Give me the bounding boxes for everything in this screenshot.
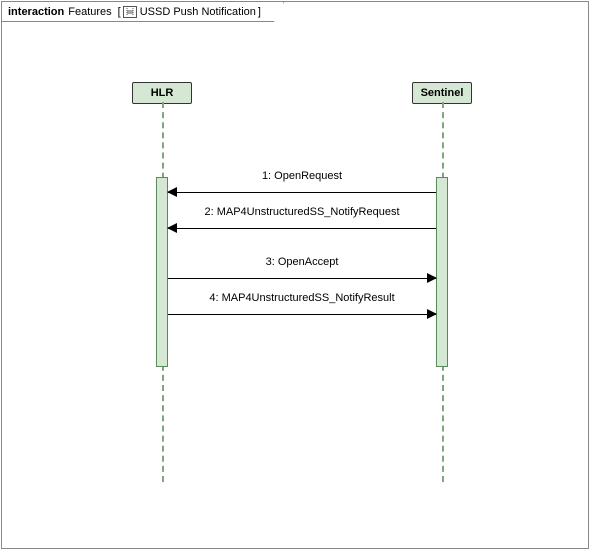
participant-hlr: HLR <box>132 82 192 104</box>
message-line <box>168 192 436 193</box>
message-2-label: 2: MAP4UnstructuredSS_NotifyRequest <box>168 206 436 218</box>
frame-title: USSD Push Notification <box>140 6 256 18</box>
message-3-label: 3: OpenAccept <box>168 256 436 268</box>
message-4: 4: MAP4UnstructuredSS_NotifyResult <box>168 306 436 322</box>
bracket-close: ] <box>258 6 261 18</box>
arrow-right-icon <box>427 309 437 319</box>
arrow-left-icon <box>167 223 177 233</box>
message-line <box>168 314 436 315</box>
message-3: 3: OpenAccept <box>168 270 436 286</box>
activation-sentinel <box>436 177 448 367</box>
participant-sentinel-label: Sentinel <box>412 82 472 104</box>
arrow-right-icon <box>427 273 437 283</box>
message-4-label: 4: MAP4UnstructuredSS_NotifyResult <box>168 292 436 304</box>
participant-sentinel: Sentinel <box>412 82 472 104</box>
message-line <box>168 278 436 279</box>
frame-label: Features <box>68 6 111 18</box>
diagram-frame: interaction Features [ USSD Push Notific… <box>1 1 589 549</box>
interaction-icon <box>123 6 137 18</box>
message-2: 2: MAP4UnstructuredSS_NotifyRequest <box>168 220 436 236</box>
message-1-label: 1: OpenRequest <box>168 170 436 182</box>
frame-keyword: interaction <box>8 6 64 18</box>
message-line <box>168 228 436 229</box>
arrow-left-icon <box>167 187 177 197</box>
frame-header: interaction Features [ USSD Push Notific… <box>2 2 284 22</box>
participant-hlr-label: HLR <box>132 82 192 104</box>
message-1: 1: OpenRequest <box>168 184 436 200</box>
bracket-open: [ <box>118 6 121 18</box>
activation-hlr <box>156 177 168 367</box>
